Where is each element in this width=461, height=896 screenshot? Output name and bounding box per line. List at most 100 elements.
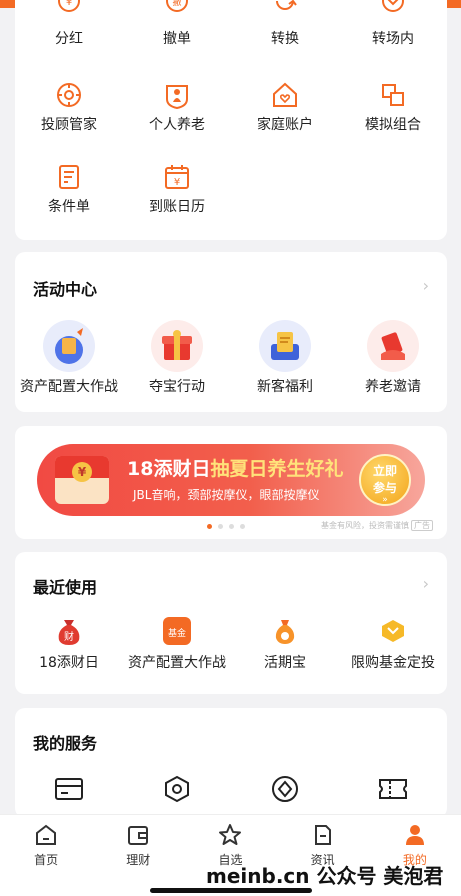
recent-title: 最近使用	[33, 578, 98, 597]
home-icon	[36, 824, 57, 845]
recent-item[interactable]: 基金 资产配置大作战	[123, 616, 231, 672]
action-label: 转场内	[372, 31, 414, 47]
svg-text:¥: ¥	[66, 0, 72, 8]
tab-wealth[interactable]: 理财	[92, 815, 184, 896]
tab-label: 首页	[34, 853, 59, 867]
svg-text:¥: ¥	[174, 177, 180, 188]
treasure-icon	[151, 320, 203, 372]
transfer-icon	[378, 0, 408, 20]
action-calendar[interactable]: ¥ 到账日历	[123, 162, 231, 216]
recent-used-card: 最近使用 › 财 18添财日 基金 资产配置大作战 活期宝 限购基金定投	[15, 552, 447, 694]
family-home-icon	[270, 80, 300, 110]
promo-banner[interactable]: ¥ 18添财日抽夏日养生好礼 JBL音响，颈部按摩仪，眼部按摩仪 立即 参与 »	[37, 444, 425, 516]
action-label: 到账日历	[149, 199, 205, 215]
action-portfolio[interactable]: 模拟组合	[339, 80, 447, 134]
recent-label: 活期宝	[264, 655, 306, 671]
red-envelope-icon: ¥	[55, 456, 109, 504]
action-condition-order[interactable]: 条件单	[15, 162, 123, 216]
services-title: 我的服务	[33, 734, 98, 753]
ad-tag: 广告	[411, 520, 433, 531]
bank-card-icon	[54, 774, 84, 804]
action-label: 分红	[55, 31, 83, 47]
service-compass-item[interactable]	[231, 774, 339, 804]
svg-text:财: 财	[64, 630, 74, 643]
compass-icon	[270, 774, 300, 804]
risk-disclaimer: 基金有风险，投资需谨慎 广告	[321, 520, 433, 531]
chevron-right-icon[interactable]: ›	[423, 574, 429, 593]
home-indicator[interactable]	[150, 888, 312, 893]
action-pension[interactable]: 个人养老	[123, 80, 231, 134]
action-transfer[interactable]: 转场内	[339, 0, 447, 48]
quick-actions-card: ¥ 分红 撤 撤单 转换 转场内 投顾管家 个人养老 家庭账户 模拟组合 条件单…	[15, 0, 447, 240]
svg-text:基金: 基金	[168, 627, 186, 639]
activity-label: 养老邀请	[365, 379, 421, 395]
carousel-dot[interactable]	[240, 524, 245, 529]
carousel-dot[interactable]	[229, 524, 234, 529]
service-settings-item[interactable]	[123, 774, 231, 804]
join-now-button[interactable]: 立即 参与 »	[359, 454, 411, 506]
service-ticket-item[interactable]	[339, 774, 447, 804]
svg-text:撤: 撤	[172, 0, 181, 8]
recent-label: 18添财日	[39, 655, 99, 671]
tab-label: 理财	[126, 853, 151, 867]
banner-subtitle: JBL音响，颈部按摩仪，眼部按摩仪	[133, 488, 320, 502]
condition-order-icon	[54, 162, 84, 192]
activity-item[interactable]: 夺宝行动	[123, 320, 231, 396]
action-family-account[interactable]: 家庭账户	[231, 80, 339, 134]
recent-item[interactable]: 活期宝	[231, 616, 339, 672]
action-dividend[interactable]: ¥ 分红	[15, 0, 123, 48]
envelope-symbol: ¥	[72, 462, 92, 482]
action-label: 家庭账户	[257, 117, 313, 133]
action-cancel-order[interactable]: 撤 撤单	[123, 0, 231, 48]
banner-title-white: 18添财日	[127, 458, 211, 480]
pension-icon	[162, 80, 192, 110]
carousel-dot[interactable]	[207, 524, 212, 529]
activity-label: 资产配置大作战	[20, 379, 118, 395]
dividend-icon: ¥	[54, 0, 84, 20]
activity-title: 活动中心	[33, 280, 98, 299]
gem-icon	[378, 616, 408, 646]
banner-title-yellow: 抽夏日养生好礼	[210, 458, 344, 480]
welfare-icon	[259, 320, 311, 372]
wallet-icon	[128, 826, 149, 845]
service-card-item[interactable]	[15, 774, 123, 804]
activity-item[interactable]: 养老邀请	[339, 320, 447, 396]
ticket-icon	[378, 774, 408, 804]
quick-actions-row-3: 条件单 ¥ 到账日历	[15, 162, 447, 216]
quick-actions-row-2: 投顾管家 个人养老 家庭账户 模拟组合	[15, 80, 447, 134]
star-icon	[219, 824, 242, 845]
activity-center-card: 活动中心 › 资产配置大作战 夺宝行动 新客福利 养老邀请	[15, 252, 447, 412]
tab-home[interactable]: 首页	[0, 815, 92, 896]
carousel-dots[interactable]	[207, 524, 245, 529]
cta-line-1: 立即	[372, 464, 397, 478]
calendar-icon: ¥	[162, 162, 192, 192]
action-advisor[interactable]: 投顾管家	[15, 80, 123, 134]
recent-label: 限购基金定投	[351, 655, 435, 671]
advisor-icon	[54, 80, 84, 110]
invite-icon	[367, 320, 419, 372]
recent-item[interactable]: 限购基金定投	[339, 616, 447, 672]
profile-icon	[405, 825, 424, 845]
recent-item[interactable]: 财 18添财日	[15, 616, 123, 672]
cta-line-2: 参与	[372, 481, 397, 495]
action-label: 撤单	[163, 31, 191, 47]
activity-item[interactable]: 资产配置大作战	[15, 320, 123, 396]
cta-arrows: »	[382, 495, 388, 505]
action-label: 模拟组合	[365, 117, 421, 133]
recent-items: 财 18添财日 基金 资产配置大作战 活期宝 限购基金定投	[15, 616, 447, 672]
convert-icon	[270, 0, 300, 20]
money-bag-icon: 财	[54, 616, 84, 646]
activity-label: 夺宝行动	[149, 379, 205, 395]
activity-label: 新客福利	[257, 379, 313, 395]
chevron-right-icon[interactable]: ›	[423, 276, 429, 295]
risk-text: 基金有风险，投资需谨慎	[321, 521, 409, 530]
banner-title: 18添财日抽夏日养生好礼	[127, 454, 343, 481]
activity-item[interactable]: 新客福利	[231, 320, 339, 396]
my-services-card: 我的服务	[15, 708, 447, 818]
action-label: 投顾管家	[41, 117, 97, 133]
carousel-dot[interactable]	[218, 524, 223, 529]
asset-app-icon: 基金	[162, 616, 192, 646]
quick-actions-row-1: ¥ 分红 撤 撤单 转换 转场内	[15, 0, 447, 48]
action-convert[interactable]: 转换	[231, 0, 339, 48]
watermark: meinb.cn 公众号 美泡君	[206, 864, 444, 888]
